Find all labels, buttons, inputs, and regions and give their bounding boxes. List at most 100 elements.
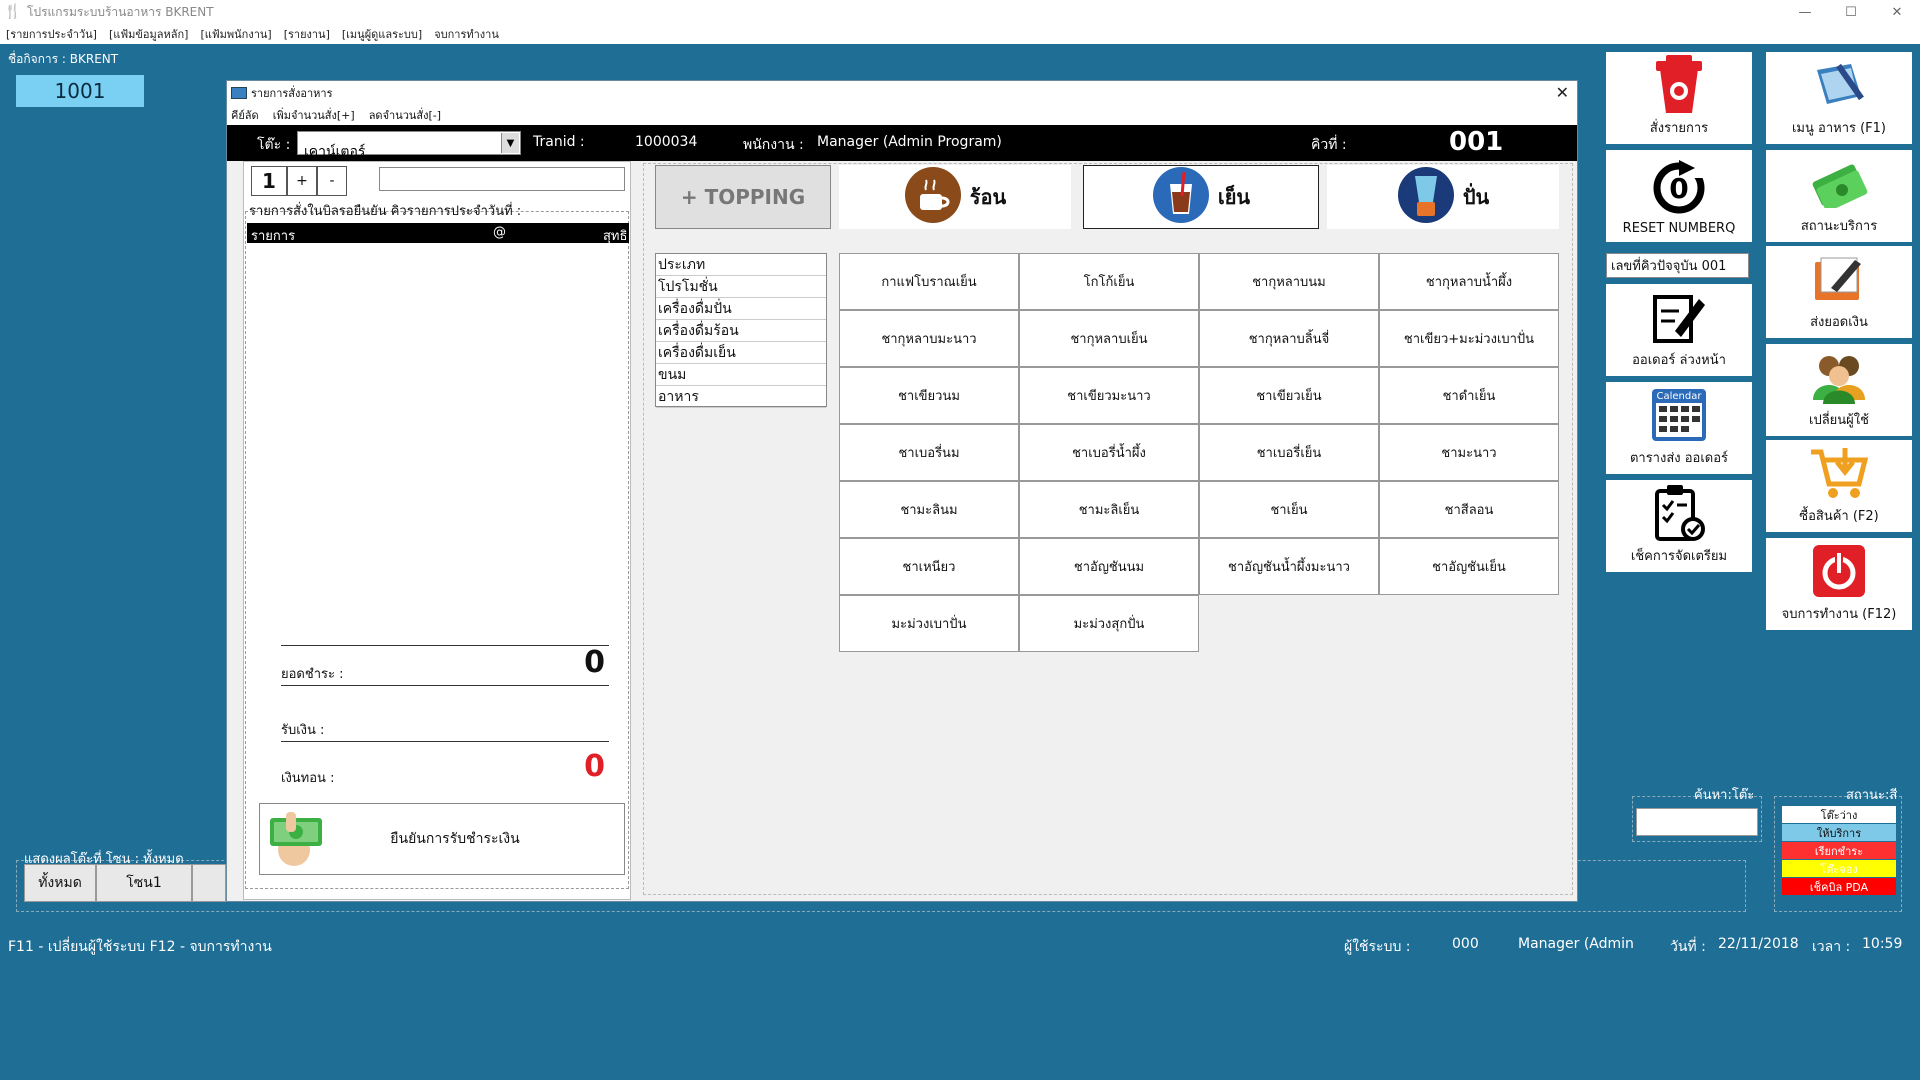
maximize-icon[interactable]: ☐ — [1828, 0, 1874, 24]
chevron-down-icon[interactable]: ▼ — [501, 133, 519, 153]
user-name: Manager (Admin — [1518, 936, 1634, 952]
menu-item[interactable]: ชาเขียวนม — [839, 367, 1019, 424]
col-item: รายการ — [251, 229, 296, 244]
menu-item[interactable]: ชาเขียว+มะม่วงเบาปั่น — [1379, 310, 1559, 367]
preorder-tile[interactable]: ออเดอร์ ล่วงหน้า — [1606, 284, 1752, 376]
category-item[interactable]: โปรโมชั่น — [656, 276, 826, 298]
exit-tile[interactable]: จบการทำงาน (F12) — [1766, 538, 1912, 630]
qty-stepper: 1 + - — [251, 166, 347, 196]
reset-number-tile[interactable]: 0 RESET NUMBERQ — [1606, 150, 1752, 242]
date-label: วันที่ : — [1670, 939, 1706, 955]
qty-value[interactable]: 1 — [251, 166, 287, 196]
topping-button[interactable]: + TOPPING — [655, 165, 831, 229]
cart-icon — [1809, 440, 1869, 505]
table-label: โต๊ะ : — [257, 137, 291, 153]
blend-category-button[interactable]: ปั่น — [1327, 165, 1559, 229]
qty-minus-button[interactable]: - — [317, 166, 347, 196]
send-total-tile[interactable]: ส่งยอดเงิน — [1766, 246, 1912, 338]
search-table-label: ค้นหา:โต๊ะ — [1694, 788, 1755, 803]
category-item[interactable]: เครื่องดื่มร้อน — [656, 320, 826, 342]
menu-items-grid: กาแฟโบราณเย็น โกโก้เย็น ชากุหลาบนม ชากุห… — [839, 253, 1559, 652]
date-value: 22/11/2018 — [1718, 936, 1799, 952]
menu-admin[interactable]: [เมนูผู้ดูแลระบบ] — [342, 25, 422, 43]
business-name: ชื่อกิจการ : BKRENT — [8, 52, 119, 66]
cash-hand-icon — [264, 806, 326, 872]
minimize-icon[interactable]: — — [1782, 0, 1828, 24]
menu-item[interactable]: กาแฟโบราณเย็น — [839, 253, 1019, 310]
menu-exit[interactable]: จบการทำงาน — [434, 25, 499, 43]
menu-item[interactable]: ชามะนาว — [1379, 424, 1559, 481]
menu-item[interactable]: ชาเหนียว — [839, 538, 1019, 595]
menu-item[interactable]: ชามะลินม — [839, 481, 1019, 538]
close-icon[interactable]: ✕ — [1874, 0, 1920, 24]
change-user-tile[interactable]: เปลี่ยนผู้ใช้ — [1766, 344, 1912, 436]
zone1-button[interactable]: โซน1 — [96, 864, 192, 902]
shortcut-hint: F11 - เปลี่ยนผู้ใช้ระบบ F12 - จบการทำงาน — [8, 939, 272, 955]
book-icon — [1811, 52, 1867, 117]
queue-label: คิวที่ : — [1311, 137, 1347, 153]
schedule-tile[interactable]: Calendar ตารางส่ง ออเดอร์ — [1606, 382, 1752, 474]
menu-item[interactable]: ชาเขียวเย็น — [1199, 367, 1379, 424]
menu-item[interactable]: มะม่วงเบาปั่น — [839, 595, 1019, 652]
menu-item[interactable]: ชากุหลาบมะนาว — [839, 310, 1019, 367]
order-tile[interactable]: สั่งรายการ — [1606, 52, 1752, 144]
menu-item[interactable]: ชาเขียวมะนาว — [1019, 367, 1199, 424]
category-item[interactable]: เครื่องดื่มเย็น — [656, 342, 826, 364]
menu-item[interactable]: ชากุหลาบเย็น — [1019, 310, 1199, 367]
table-select[interactable]: เคาน์เตอร์ ▼ — [297, 131, 521, 160]
check-prep-tile[interactable]: เช็คการจัดเตรียม — [1606, 480, 1752, 572]
menu-item[interactable]: ชาเบอรี่น้ำผึ้ง — [1019, 424, 1199, 481]
confirm-payment-label: ยืนยันการรับชำระเงิน — [390, 831, 520, 847]
zone-extra-button[interactable] — [192, 864, 226, 902]
menu-item[interactable]: ชาดำเย็น — [1379, 367, 1559, 424]
hot-category-button[interactable]: ร้อน — [839, 165, 1071, 229]
received-line[interactable] — [281, 741, 609, 742]
menu-item[interactable]: ชามะลิเย็น — [1019, 481, 1199, 538]
user-label: ผู้ใช้ระบบ : — [1344, 939, 1411, 955]
zone-all-button[interactable]: ทั้งหมด — [24, 864, 96, 902]
time-value: 10:59 — [1862, 936, 1903, 952]
menu-master[interactable]: [แฟ้มข้อมูลหลัก] — [109, 25, 188, 43]
buy-goods-tile[interactable]: ซื้อสินค้า (F2) — [1766, 440, 1912, 532]
menu-shortcuts[interactable]: คีย์ลัด — [231, 106, 259, 124]
menu-item[interactable]: ชาอัญชันเย็น — [1379, 538, 1559, 595]
menu-item[interactable]: ชาเย็น — [1199, 481, 1379, 538]
qty-plus-button[interactable]: + — [287, 166, 317, 196]
menu-decrease-qty[interactable]: ลดจำนวนสั่ง[-] — [369, 106, 441, 124]
menu-item[interactable]: ชากุหลาบน้ำผึ้ง — [1379, 253, 1559, 310]
category-item[interactable]: อาหาร — [656, 386, 826, 408]
category-item[interactable]: ประเภท — [656, 254, 826, 276]
menu-item[interactable]: ชาอัญชันน้ำผึ้งมะนาว — [1199, 538, 1379, 595]
confirm-payment-button[interactable]: ยืนยันการรับชำระเงิน — [259, 803, 625, 875]
menu-item[interactable]: ชาเบอรี่นม — [839, 424, 1019, 481]
cold-category-button[interactable]: เย็น — [1083, 165, 1319, 229]
menu-item[interactable]: ชาสีลอน — [1379, 481, 1559, 538]
item-note-input[interactable] — [379, 167, 625, 191]
table-number-tile[interactable]: 1001 — [16, 75, 144, 107]
monitor-icon — [231, 87, 247, 99]
category-item[interactable]: ขนม — [656, 364, 826, 386]
dialog-info-bar: โต๊ะ : เคาน์เตอร์ ▼ Tranid : 1000034 พนั… — [227, 125, 1577, 161]
menu-item[interactable]: มะม่วงสุกปั่น — [1019, 595, 1199, 652]
staff-value: Manager (Admin Program) — [817, 134, 1002, 150]
order-list-header: รายการ @ สุทธิ — [247, 223, 629, 244]
dialog-close-icon[interactable]: ✕ — [1556, 83, 1569, 102]
tranid-label: Tranid : — [533, 134, 585, 150]
dialog-title-bar: รายการสั่งอาหาร ✕ — [227, 81, 1577, 105]
time-label: เวลา : — [1812, 939, 1851, 955]
menu-report[interactable]: [รายงาน] — [284, 25, 330, 43]
menu-daily[interactable]: [รายการประจำวัน] — [6, 25, 97, 43]
menu-staff[interactable]: [แฟ้มพนักงาน] — [200, 25, 271, 43]
menu-item[interactable]: ชาอัญชันนม — [1019, 538, 1199, 595]
menu-item[interactable]: ชากุหลาบนม — [1199, 253, 1379, 310]
calendar-icon: Calendar — [1650, 382, 1708, 447]
service-status-tile[interactable]: สถานะบริการ — [1766, 150, 1912, 242]
menu-item[interactable]: ชาเบอรี่เย็น — [1199, 424, 1379, 481]
menu-item[interactable]: โกโก้เย็น — [1019, 253, 1199, 310]
category-item[interactable]: เครื่องดื่มปั่น — [656, 298, 826, 320]
search-table-input[interactable] — [1636, 808, 1758, 836]
menu-increase-qty[interactable]: เพิ่มจำนวนสั่ง[+] — [273, 106, 355, 124]
food-menu-tile[interactable]: เมนู อาหาร (F1) — [1766, 52, 1912, 144]
divider — [281, 645, 609, 646]
menu-item[interactable]: ชากุหลาบลิ้นจี่ — [1199, 310, 1379, 367]
